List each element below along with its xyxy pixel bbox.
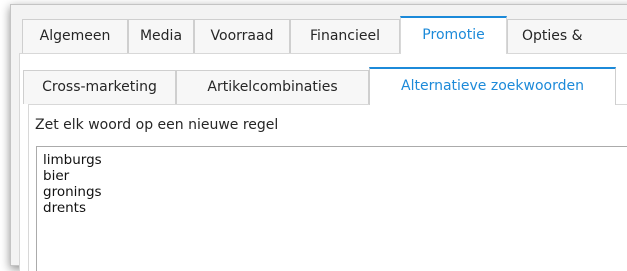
product-editor-window: Algemeen Media Voorraad Financieel Promo…	[10, 4, 627, 271]
instruction-label: Zet elk woord op een nieuwe regel	[35, 117, 279, 133]
tab-label: Opties &	[522, 28, 583, 44]
subtab-label: Alternatieve zoekwoorden	[401, 78, 584, 94]
keywords-textarea[interactable]	[36, 146, 627, 271]
tab-label: Promotie	[422, 27, 485, 43]
subtab-cross-marketing[interactable]: Cross-marketing	[23, 70, 176, 104]
tab-opties[interactable]: Opties &	[507, 19, 627, 53]
tab-label: Voorraad	[210, 28, 274, 44]
tab-label: Media	[139, 28, 183, 44]
tab-algemeen[interactable]: Algemeen	[22, 19, 128, 53]
tab-media[interactable]: Media	[128, 19, 194, 53]
promotie-panel: Cross-marketing Artikelcombinaties Alter…	[19, 53, 627, 271]
tab-label: Algemeen	[39, 28, 111, 44]
tab-label: Financieel	[310, 28, 380, 44]
subtab-label: Artikelcombinaties	[207, 79, 338, 95]
tab-promotie[interactable]: Promotie	[400, 16, 507, 54]
main-tab-bar: Algemeen Media Voorraad Financieel Promo…	[11, 5, 627, 54]
subtab-artikelcombinaties[interactable]: Artikelcombinaties	[176, 70, 369, 104]
screenshot-stage: Algemeen Media Voorraad Financieel Promo…	[0, 0, 627, 271]
alternatieve-zoekwoorden-pane: Zet elk woord op een nieuwe regel	[28, 104, 627, 271]
subtab-label: Cross-marketing	[42, 79, 157, 95]
tab-financieel[interactable]: Financieel	[290, 19, 400, 53]
subtab-alternatieve-zoekwoorden[interactable]: Alternatieve zoekwoorden	[369, 67, 616, 105]
tab-voorraad[interactable]: Voorraad	[194, 19, 290, 53]
